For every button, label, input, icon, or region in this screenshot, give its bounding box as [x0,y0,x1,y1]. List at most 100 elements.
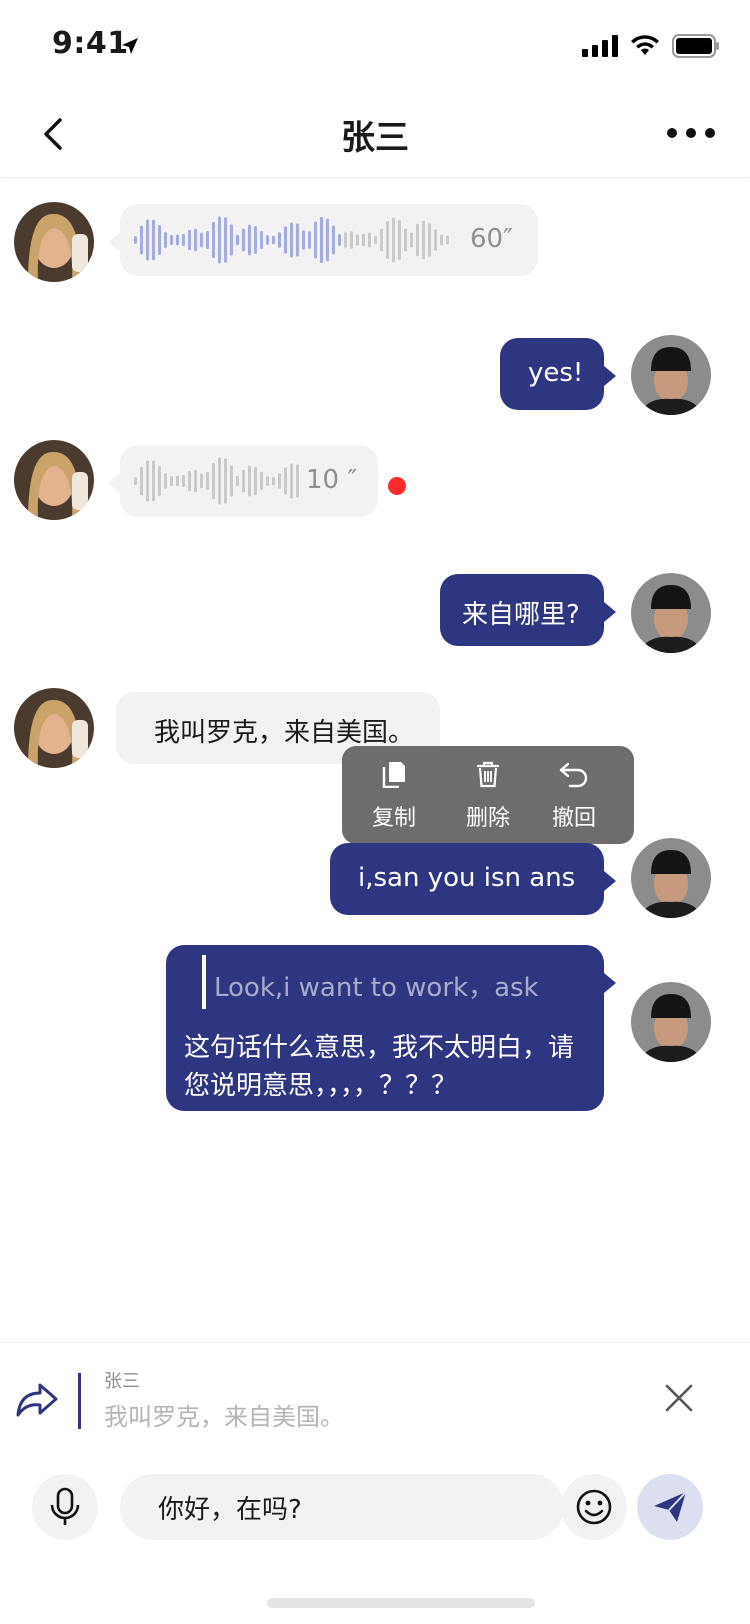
voice-message[interactable]: 10 ″ [108,445,378,517]
waveform-bar [146,219,149,261]
user-avatar[interactable] [631,335,711,415]
message-text-line-2: 您说明意思，，，，？？？ [184,1071,458,1101]
waveform-bar [242,228,245,252]
smiley-icon [576,1489,612,1525]
microphone-icon [50,1487,80,1525]
waveform-bar [236,475,239,487]
trash-icon [477,761,499,788]
quote-text: 我叫罗克，来自美国。 [104,1403,344,1431]
waveform-bar [230,224,233,256]
message-text: 我叫罗克，来自美国。 [154,718,415,748]
user-avatar[interactable] [631,838,711,918]
waveform-bar [368,232,371,248]
undo-icon [559,762,588,788]
waveform-bar [404,228,407,252]
waveform-bar [272,476,275,486]
message-text: i,san you isn ans [358,863,576,893]
home-indicator [267,1598,535,1608]
voice-input-button[interactable] [32,1474,98,1540]
emoji-button[interactable] [561,1474,627,1540]
waveform-bar [278,473,281,489]
nav-bar: 张三 [0,88,750,178]
page-title: 张三 [341,118,409,158]
waveform-bar [146,460,149,502]
message-context-menu: 复制 删除 撤回 [342,746,634,856]
waveform-bar [362,233,365,247]
outgoing-message[interactable]: i,san you isn ans [330,843,616,915]
waveform-bar [170,475,173,487]
contact-avatar[interactable] [14,688,94,768]
voice-duration: 10 ″ [306,465,358,495]
waveform-bar [326,218,329,262]
close-icon[interactable] [664,1383,694,1413]
waveform-bar [152,219,155,261]
waveform-bar [296,464,299,498]
waveform-bar [200,232,203,248]
waveform-bar [380,228,383,252]
waveform-bar [206,471,209,491]
copy-label: 复制 [371,806,416,831]
signal-icon [582,35,618,57]
waveform-bar [338,233,341,247]
waveform-bar [428,223,431,257]
waveform-bar [200,473,203,489]
message-input[interactable] [120,1474,564,1540]
waveform-bar [374,235,377,245]
waveform-bar [296,223,299,257]
waveform-bar [332,225,335,255]
waveform-bar [224,458,227,504]
waveform-bar [248,465,251,497]
send-icon [654,1491,687,1522]
waveform-bar [260,230,263,250]
waveform-bar [392,217,395,263]
waveform-bar [266,235,269,245]
status-time: 9:41 [52,26,129,61]
wifi-icon [631,35,659,55]
contact-avatar[interactable] [14,440,94,520]
more-icon[interactable] [666,118,716,148]
waveform-bar [224,217,227,263]
waveform-bar [218,457,221,505]
waveform-bar [350,231,353,249]
waveform-bar [188,470,191,492]
outgoing-message[interactable]: yes! [500,338,616,410]
waveform-bar [140,466,143,496]
voice-message[interactable]: 60″ [108,204,538,276]
waveform-bar [164,232,167,248]
unread-dot [388,477,406,495]
waveform-bar [254,226,257,254]
message-text-line-1: 这句话什么意思，我不太明白，请 [184,1033,575,1063]
waveform-bar [398,219,401,261]
waveform-bar [176,234,179,246]
waveform-bar [386,221,389,259]
waveform-bar [212,462,215,500]
waveform-bar [254,467,257,495]
status-icons [582,34,720,58]
waveform-bar [218,216,221,264]
copy-button[interactable]: 复制 [354,760,434,832]
waveform-bar [434,229,437,251]
waveform-bar [302,230,305,250]
quote-line [202,955,206,1009]
voice-waveform [134,457,299,505]
waveform-bar [344,232,347,248]
waveform-bar [182,474,185,488]
delete-button[interactable]: 删除 [448,760,528,832]
waveform-bar [170,234,173,246]
user-avatar[interactable] [631,573,711,653]
waveform-bar [242,469,245,493]
outgoing-message[interactable]: 来自哪里? [440,574,616,646]
send-button[interactable] [637,1474,703,1540]
contact-avatar[interactable] [14,202,94,282]
outgoing-quote-message[interactable]: Look,i want to work，ask 这句话什么意思，我不太明白，请 … [166,945,616,1111]
waveform-bar [206,230,209,250]
waveform-bar [230,465,233,497]
waveform-bar [164,473,167,489]
quoted-text: Look,i want to work，ask [214,973,539,1003]
waveform-bar [314,221,317,259]
waveform-bar [446,235,449,245]
recall-button[interactable]: 撤回 [534,760,614,832]
waveform-bar [308,231,311,249]
user-avatar[interactable] [631,982,711,1062]
waveform-bar [284,226,287,254]
